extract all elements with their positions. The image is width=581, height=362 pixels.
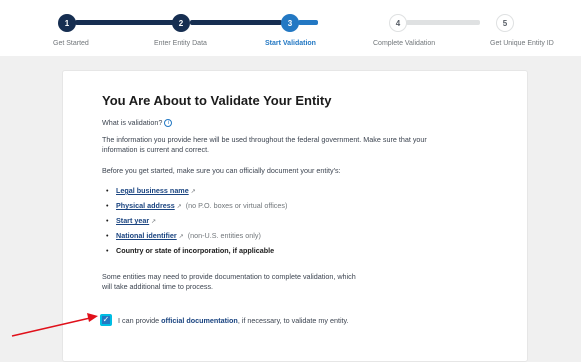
annotation-arrow — [11, 313, 98, 337]
annotation-arrow-head — [87, 313, 98, 322]
annotation-arrow-shaft — [11, 317, 91, 337]
